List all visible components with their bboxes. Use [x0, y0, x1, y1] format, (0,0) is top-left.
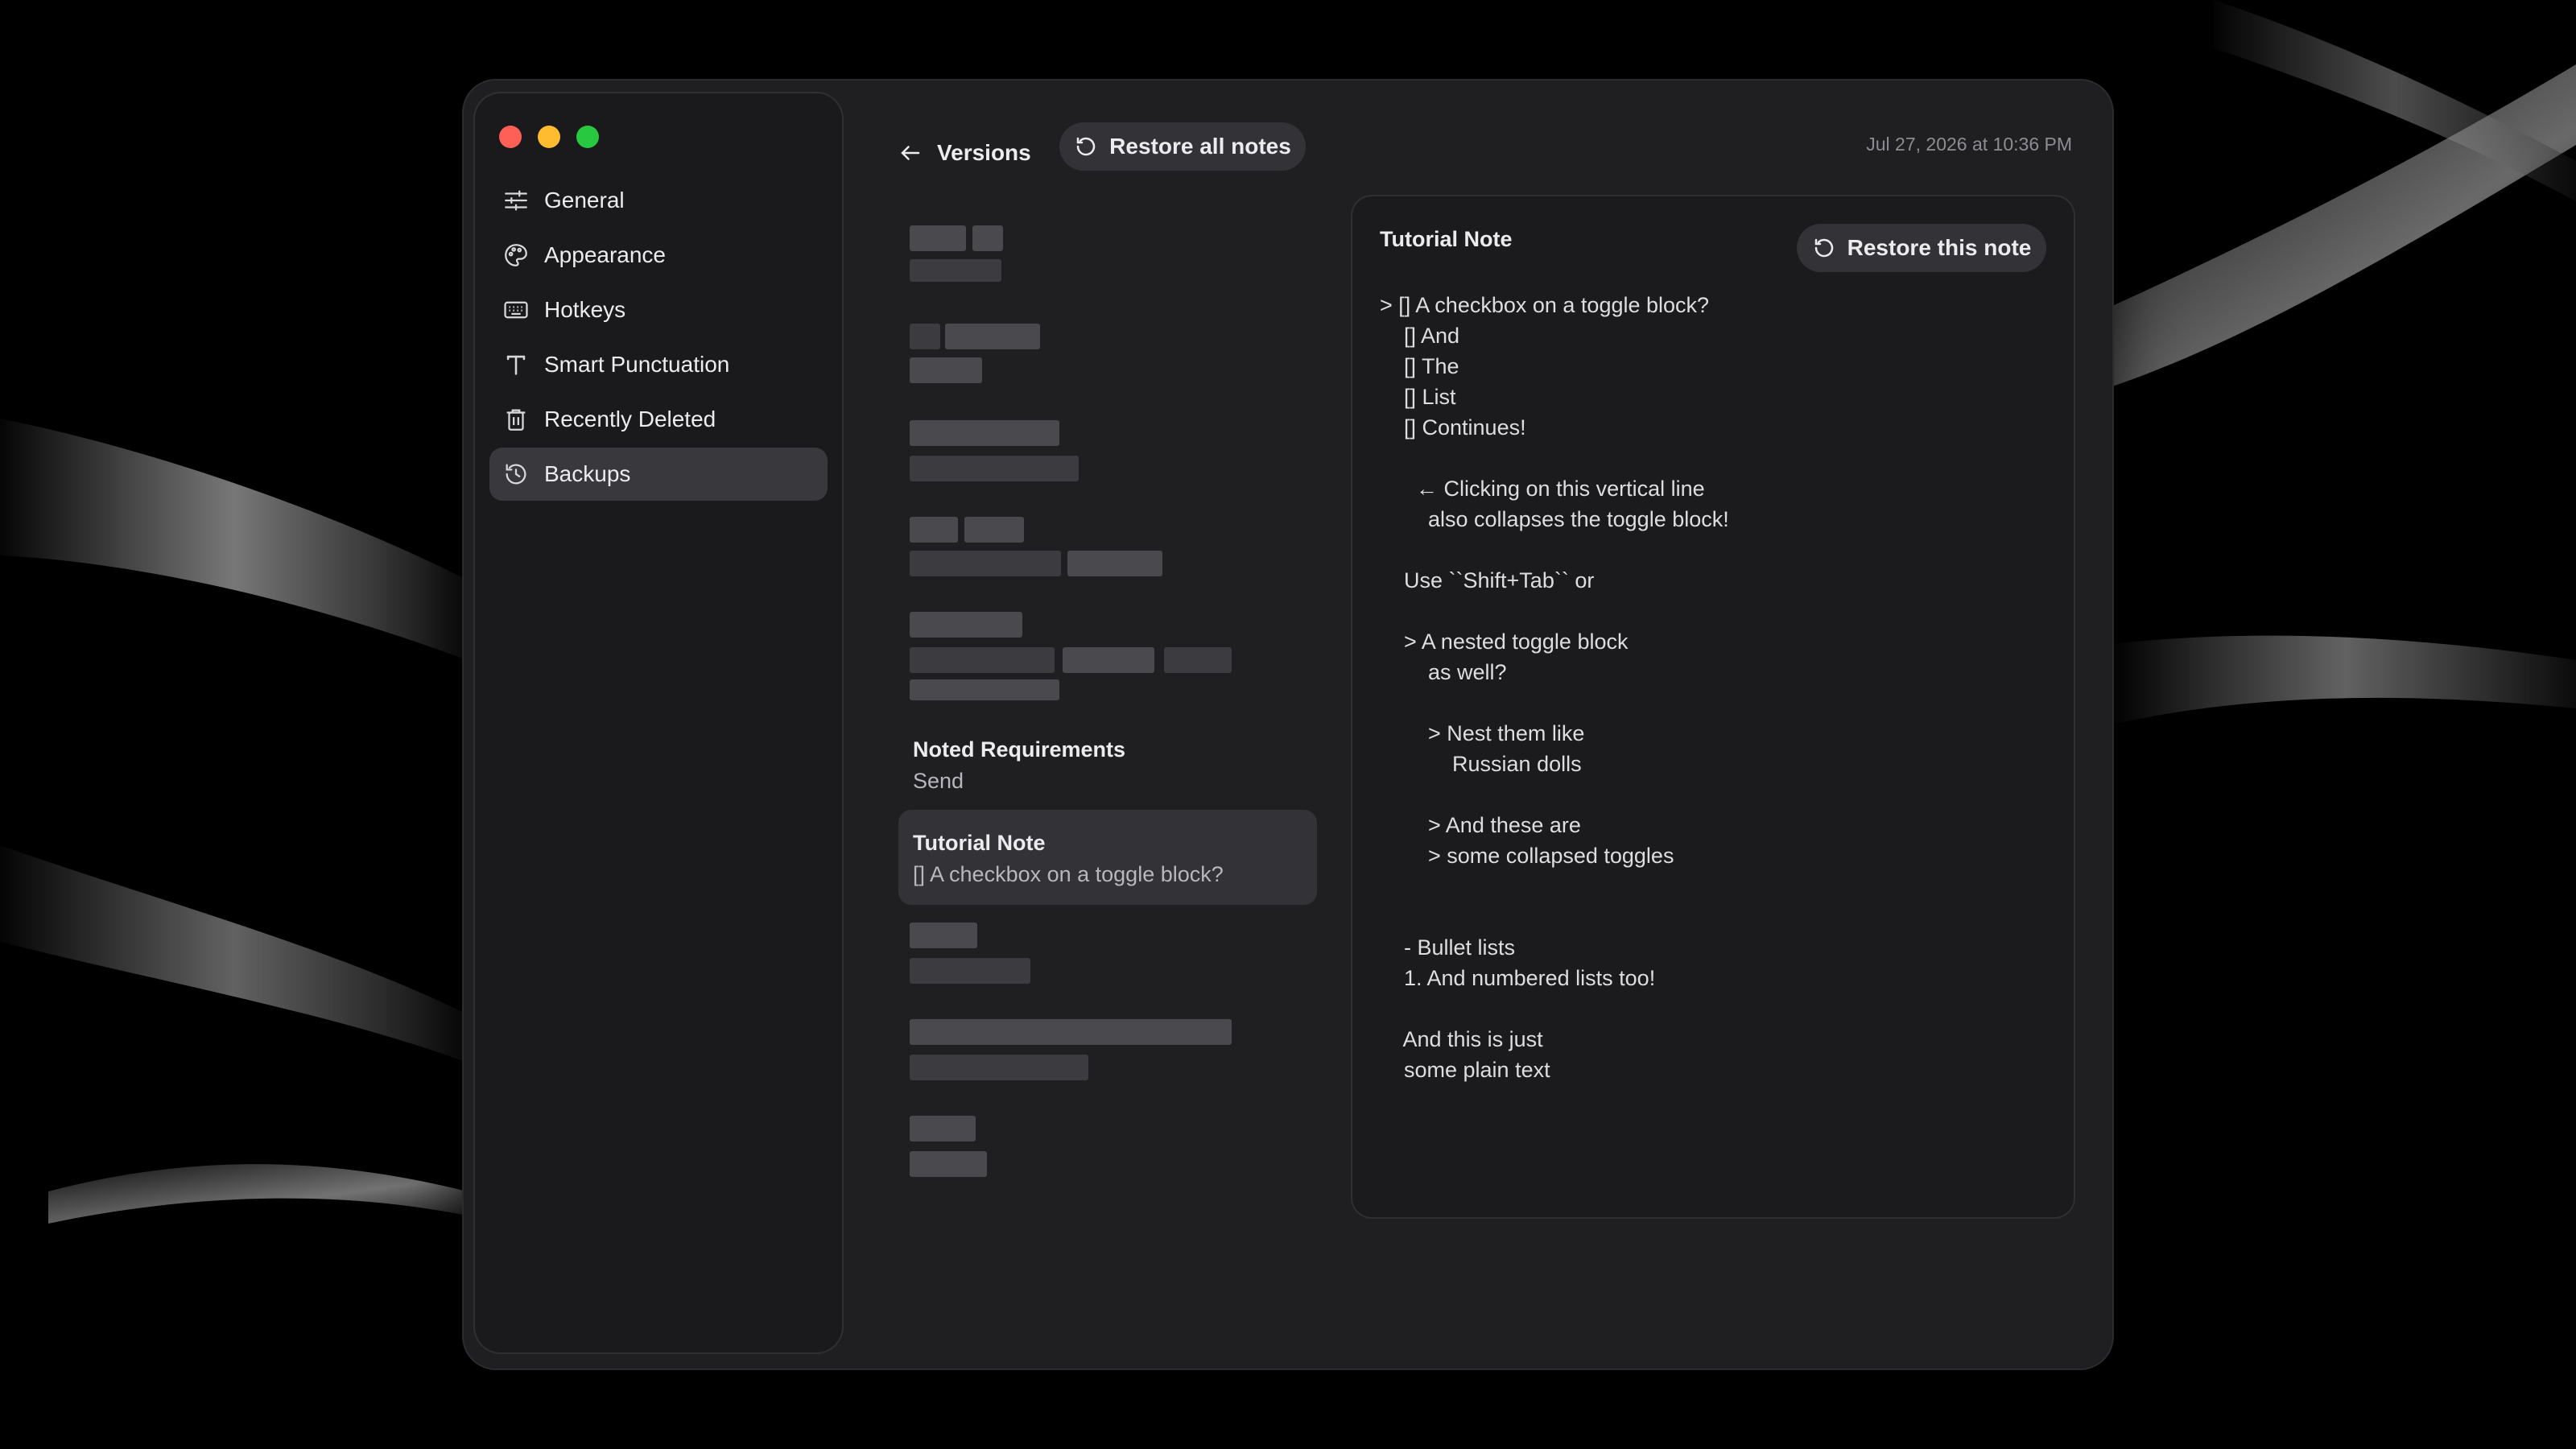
- note-body-line: > [] A checkbox on a toggle block?: [1380, 293, 1710, 317]
- note-body-line: Russian dolls: [1380, 752, 1582, 776]
- note-body-line: And this is just: [1380, 1027, 1543, 1051]
- sidebar-item-hotkeys[interactable]: Hotkeys: [489, 283, 828, 336]
- zoom-window-button[interactable]: [576, 126, 599, 148]
- note-body-line: [1380, 902, 2040, 932]
- note-body-line: > Nest them like: [1380, 721, 1585, 745]
- restore-all-label: Restore all notes: [1109, 134, 1291, 159]
- sidebar-item-backups[interactable]: Backups: [489, 448, 828, 501]
- note-body-line: some plain text: [1380, 1058, 1550, 1082]
- list-item-redacted[interactable]: [898, 604, 1317, 716]
- restore-icon: [1814, 238, 1833, 258]
- note-body-line: [1380, 871, 2040, 902]
- note-body-line: > A nested toggle block: [1380, 630, 1629, 654]
- list-item-noted-requirements[interactable]: Noted Requirements Send: [898, 716, 1317, 810]
- note-preview: Send: [913, 769, 964, 793]
- note-body-line: Use ``Shift+Tab`` or: [1380, 568, 1595, 592]
- sidebar: General Appearance Hotkeys Smart Punctua…: [475, 93, 842, 1352]
- sidebar-item-appearance[interactable]: Appearance: [489, 229, 828, 282]
- minimize-window-button[interactable]: [538, 126, 560, 148]
- desktop-background: General Appearance Hotkeys Smart Punctua…: [0, 0, 2576, 1449]
- note-body-line: [1380, 779, 2040, 810]
- note-body-line: > some collapsed toggles: [1380, 844, 1674, 868]
- list-item-redacted[interactable]: [898, 507, 1317, 604]
- back-to-versions-button[interactable]: Versions: [898, 121, 1031, 185]
- note-title: Noted Requirements: [913, 737, 1126, 762]
- sidebar-item-smart-punctuation[interactable]: Smart Punctuation: [489, 338, 828, 391]
- list-item-tutorial-note[interactable]: Tutorial Note [] A checkbox on a toggle …: [898, 810, 1317, 905]
- sidebar-item-recently-deleted[interactable]: Recently Deleted: [489, 393, 828, 446]
- note-body-line: > And these are: [1380, 813, 1581, 837]
- close-window-button[interactable]: [499, 126, 522, 148]
- list-item-redacted[interactable]: [898, 905, 1317, 1001]
- arrow-left-icon: [901, 146, 920, 160]
- restore-all-notes-button[interactable]: Restore all notes: [1059, 122, 1306, 171]
- keyboard-icon: [502, 296, 530, 324]
- restore-icon: [1076, 137, 1096, 156]
- note-title: Tutorial Note: [913, 831, 1046, 855]
- note-body-line: [1380, 535, 2040, 565]
- list-item-redacted[interactable]: [898, 1001, 1317, 1098]
- list-item-redacted[interactable]: [898, 411, 1317, 507]
- list-item-redacted[interactable]: [898, 217, 1317, 314]
- restore-this-note-label: Restore this note: [1847, 235, 2032, 260]
- settings-nav: General Appearance Hotkeys Smart Punctua…: [489, 174, 828, 502]
- note-body-line: [] And: [1380, 324, 1460, 348]
- note-list: Noted Requirements Send Tutorial Note []…: [898, 217, 1317, 1195]
- note-body: > [] A checkbox on a toggle block? [] An…: [1380, 290, 2040, 1085]
- sidebar-item-label: Backups: [544, 461, 631, 486]
- sliders-icon: [502, 187, 530, 214]
- sidebar-item-label: Hotkeys: [544, 297, 626, 322]
- back-label: Versions: [937, 140, 1031, 165]
- note-body-line: as well?: [1380, 660, 1507, 684]
- note-body-line: [1380, 443, 2040, 473]
- sidebar-item-label: General: [544, 188, 625, 213]
- note-body-line: [] The: [1380, 354, 1459, 378]
- note-detail-panel: Tutorial Note Restore this note > [] A c…: [1352, 196, 2074, 1217]
- sidebar-item-label: Appearance: [544, 242, 667, 267]
- note-body-line: ← Clicking on this vertical line: [1380, 477, 1705, 501]
- note-preview: [] A checkbox on a toggle block?: [913, 862, 1224, 886]
- note-body-line: 1. And numbered lists too!: [1380, 966, 1656, 990]
- list-item-redacted[interactable]: [898, 1098, 1317, 1195]
- version-timestamp: Jul 27, 2026 at 10:36 PM: [1866, 134, 2072, 155]
- sidebar-item-label: Smart Punctuation: [544, 352, 730, 377]
- sidebar-item-label: Recently Deleted: [544, 407, 716, 431]
- palette-icon: [502, 242, 530, 269]
- note-body-line: [1380, 687, 2040, 718]
- app-window: General Appearance Hotkeys Smart Punctua…: [464, 80, 2112, 1368]
- history-icon: [502, 460, 530, 488]
- detail-title: Tutorial Note: [1380, 227, 1513, 251]
- note-body-line: [] List: [1380, 385, 1456, 409]
- note-body-line: [1380, 993, 2040, 1024]
- note-body-line: [1380, 596, 2040, 626]
- note-body-line: [] Continues!: [1380, 415, 1526, 440]
- trash-icon: [502, 406, 530, 433]
- note-body-line: also collapses the toggle block!: [1380, 507, 1729, 531]
- sidebar-item-general[interactable]: General: [489, 174, 828, 227]
- note-body-line: - Bullet lists: [1380, 935, 1516, 960]
- type-icon: [502, 351, 530, 378]
- list-item-redacted[interactable]: [898, 314, 1317, 411]
- restore-this-note-button[interactable]: Restore this note: [1797, 224, 2046, 272]
